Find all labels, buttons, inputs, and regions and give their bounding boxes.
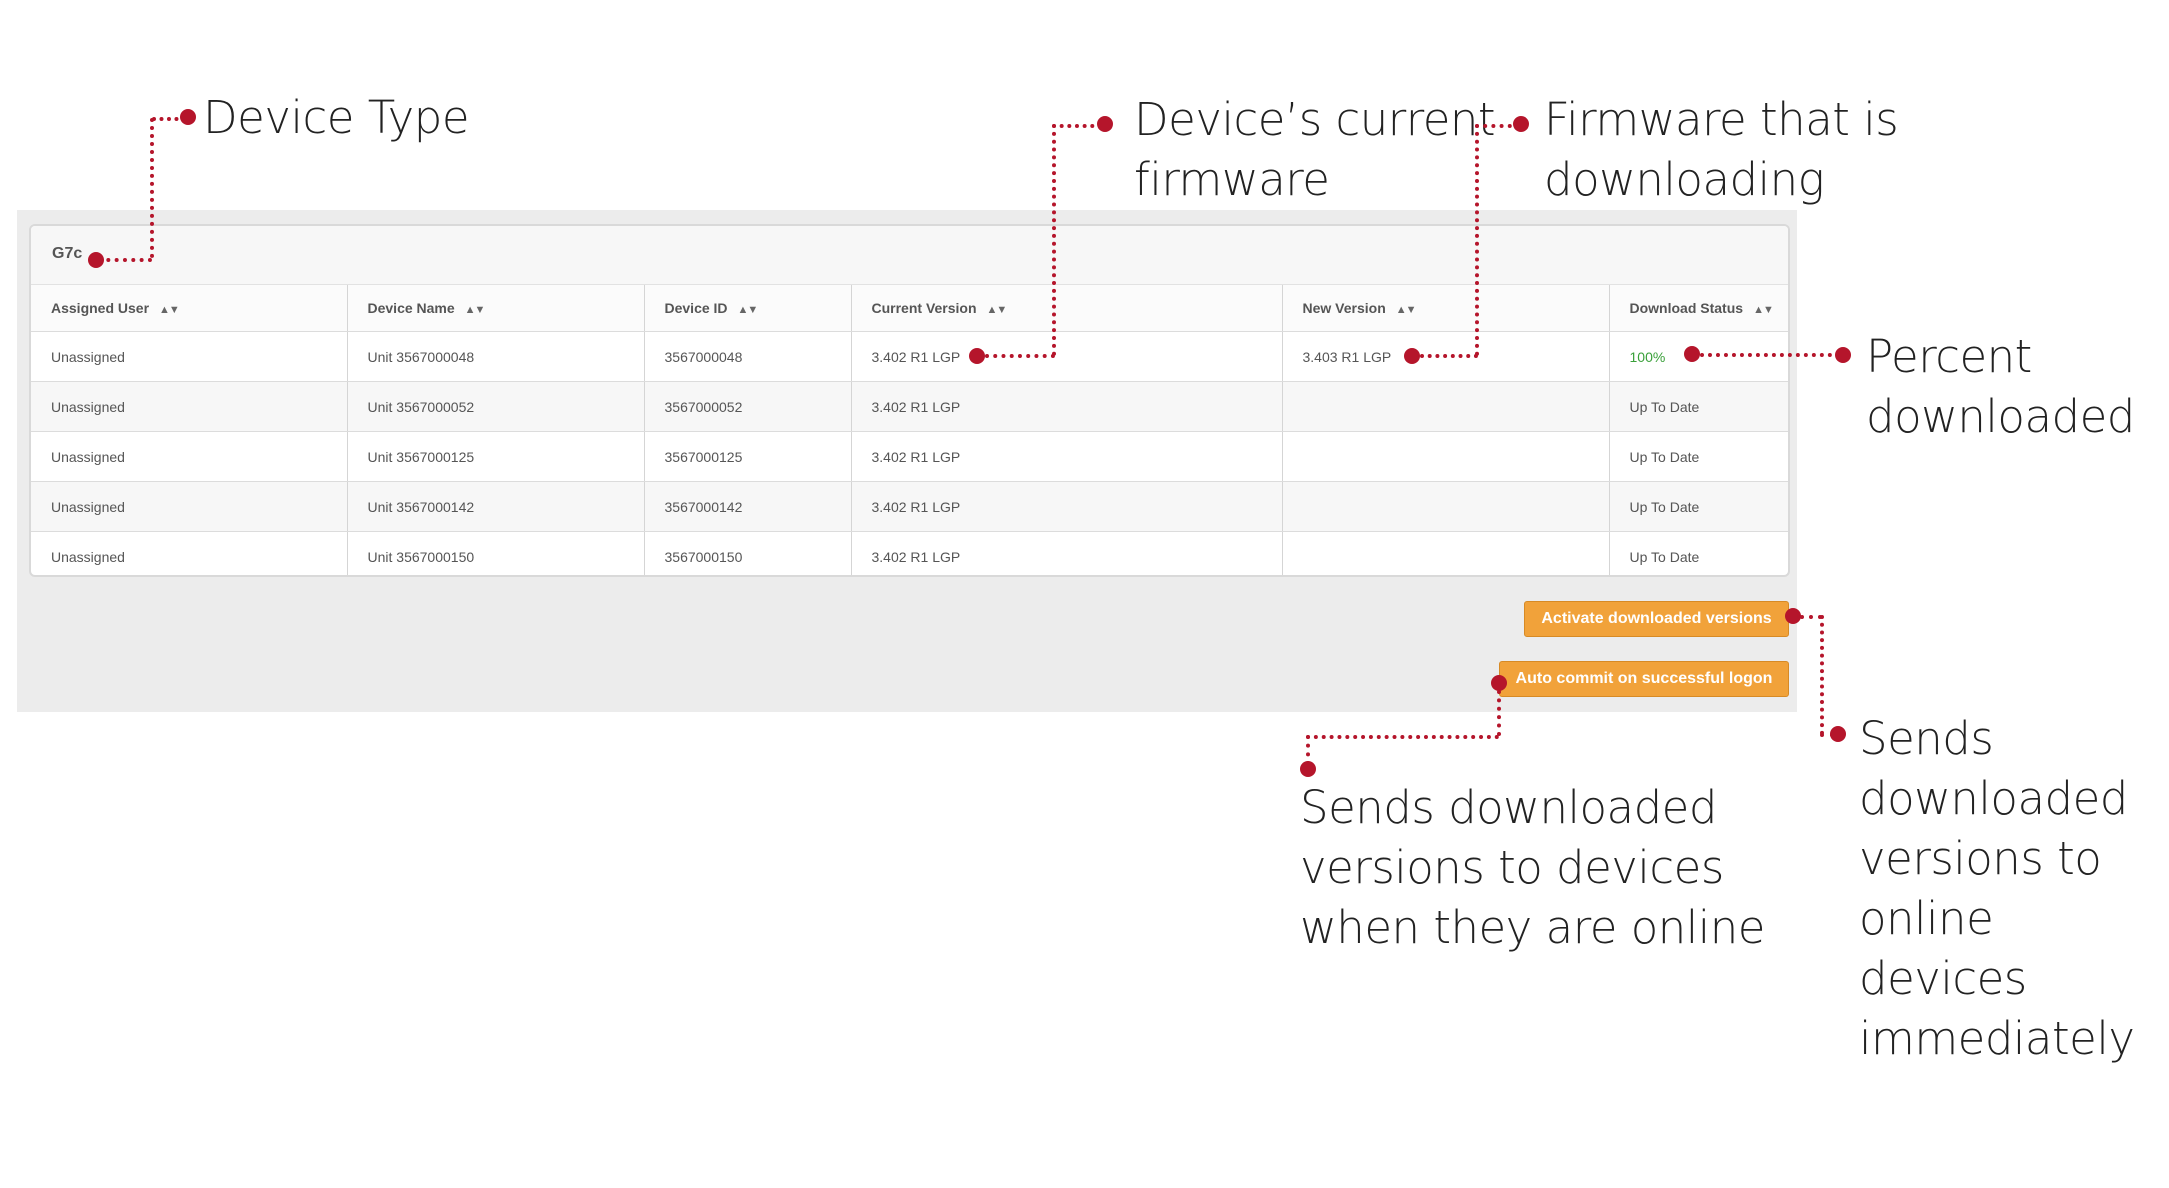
- callout-line: [1497, 690, 1501, 736]
- callout-line: [1306, 735, 1499, 739]
- callout-line: [1420, 354, 1478, 358]
- sort-updown-icon[interactable]: ▲▼: [1753, 304, 1774, 316]
- annotation-device-type: Device Type: [203, 91, 470, 144]
- callout-line: [1052, 124, 1056, 356]
- column-header-download-status[interactable]: Download Status ▲▼: [1609, 285, 1788, 332]
- callout-line: [1800, 615, 1822, 619]
- cell-current-version: 3.402 R1 LGP: [851, 431, 1283, 482]
- device-table: Assigned User ▲▼ Device Name ▲▼ Device ID ▲…: [31, 285, 1788, 575]
- cell-device-name: Unit 3567000052: [347, 381, 645, 432]
- callout-marker: [88, 252, 104, 268]
- cell-assigned-user: Unassigned: [31, 531, 348, 575]
- callout-marker: [1404, 348, 1420, 364]
- callout-line: [1475, 124, 1479, 356]
- auto-commit-on-logon-button[interactable]: Auto commit on successful logon: [1499, 661, 1789, 697]
- callout-line: [150, 118, 154, 258]
- cell-download-status: Up To Date: [1629, 548, 1700, 565]
- cell-assigned-user: Unassigned: [31, 381, 348, 432]
- table-row: Unassigned Unit 3567000150 3567000150 3.…: [31, 531, 1788, 575]
- cell-current-version: 3.402 R1 LGP: [851, 531, 1283, 575]
- callout-marker: [180, 109, 196, 125]
- callout-line: [1052, 124, 1102, 128]
- annotation-percent-downloaded: Percent downloaded: [1866, 330, 2135, 443]
- cell-assigned-user: Unassigned: [31, 431, 348, 482]
- callout-marker: [1300, 761, 1316, 777]
- column-header-new-version[interactable]: New Version ▲▼: [1282, 285, 1610, 332]
- activate-downloaded-versions-button[interactable]: Activate downloaded versions: [1524, 601, 1789, 637]
- callout-line: [1700, 353, 1840, 357]
- device-group-header: G7c: [31, 226, 1788, 285]
- cell-new-version: [1282, 431, 1610, 482]
- column-header-device-id[interactable]: Device ID ▲▼: [644, 285, 852, 332]
- device-type-title: G7c: [52, 245, 83, 262]
- cell-device-name: Unit 3567000125: [347, 431, 645, 482]
- firmware-panel: G7c Assigned User ▲▼ Device Name ▲▼ Device…: [17, 210, 1797, 712]
- callout-marker: [1513, 116, 1529, 132]
- cell-new-version: [1282, 531, 1610, 575]
- annotation-current-firmware: Device’s current firmware: [1134, 93, 1496, 206]
- cell-device-name: Unit 3567000150: [347, 531, 645, 575]
- callout-marker: [969, 348, 985, 364]
- cell-device-name: Unit 3567000142: [347, 481, 645, 532]
- cell-device-id: 3567000142: [644, 481, 852, 532]
- table-row: Unassigned Unit 3567000125 3567000125 3.…: [31, 431, 1788, 482]
- cell-new-version: [1282, 381, 1610, 432]
- table-row: Unassigned Unit 3567000052 3567000052 3.…: [31, 381, 1788, 432]
- cell-new-version: [1282, 481, 1610, 532]
- cell-download-status: Up To Date: [1609, 481, 1788, 532]
- cell-assigned-user: Unassigned: [31, 481, 348, 532]
- callout-marker: [1491, 675, 1507, 691]
- sort-updown-icon[interactable]: ▲▼: [159, 304, 180, 316]
- table-header-row: Assigned User ▲▼ Device Name ▲▼ Device ID ▲…: [31, 285, 1788, 332]
- callout-line: [1820, 615, 1824, 735]
- cell-current-version: 3.402 R1 LGP: [851, 331, 1283, 382]
- cell-device-id: 3567000150: [644, 531, 852, 575]
- cell-device-name: Unit 3567000048: [347, 331, 645, 382]
- device-group-card: G7c Assigned User ▲▼ Device Name ▲▼ Device…: [29, 224, 1790, 577]
- callout-line: [98, 258, 152, 262]
- cell-current-version: 3.402 R1 LGP: [851, 381, 1283, 432]
- sort-updown-icon[interactable]: ▲▼: [465, 304, 486, 316]
- cell-device-id: 3567000052: [644, 381, 852, 432]
- cell-download-status: Up To Date: [1609, 431, 1788, 482]
- callout-marker: [1684, 346, 1700, 362]
- sort-updown-icon[interactable]: ▲▼: [738, 304, 759, 316]
- column-header-device-name[interactable]: Device Name ▲▼: [347, 285, 645, 332]
- callout-marker: [1830, 726, 1846, 742]
- callout-marker: [1097, 116, 1113, 132]
- cell-current-version: 3.402 R1 LGP: [851, 481, 1283, 532]
- cell-assigned-user: Unassigned: [31, 331, 348, 382]
- sort-updown-icon[interactable]: ▲▼: [987, 304, 1008, 316]
- annotation-downloading-firmware: Firmware that is downloading: [1544, 93, 1899, 206]
- table-row: Unassigned Unit 3567000142 3567000142 3.…: [31, 481, 1788, 532]
- column-header-current-version[interactable]: Current Version ▲▼: [851, 285, 1283, 332]
- cell-device-id: 3567000125: [644, 431, 852, 482]
- cell-download-status: Up To Date: [1609, 381, 1788, 432]
- callout-marker: [1835, 347, 1851, 363]
- table-row: Unassigned Unit 3567000048 3567000048 3.…: [31, 331, 1788, 382]
- sort-updown-icon[interactable]: ▲▼: [1396, 304, 1417, 316]
- annotation-activate: Sends downloaded versions to online devi…: [1859, 712, 2135, 1065]
- callout-line: [985, 354, 1055, 358]
- column-header-assigned-user[interactable]: Assigned User ▲▼: [31, 285, 348, 332]
- callout-marker: [1785, 608, 1801, 624]
- cell-device-id: 3567000048: [644, 331, 852, 382]
- annotation-auto-commit: Sends downloaded versions to devices whe…: [1300, 781, 1765, 954]
